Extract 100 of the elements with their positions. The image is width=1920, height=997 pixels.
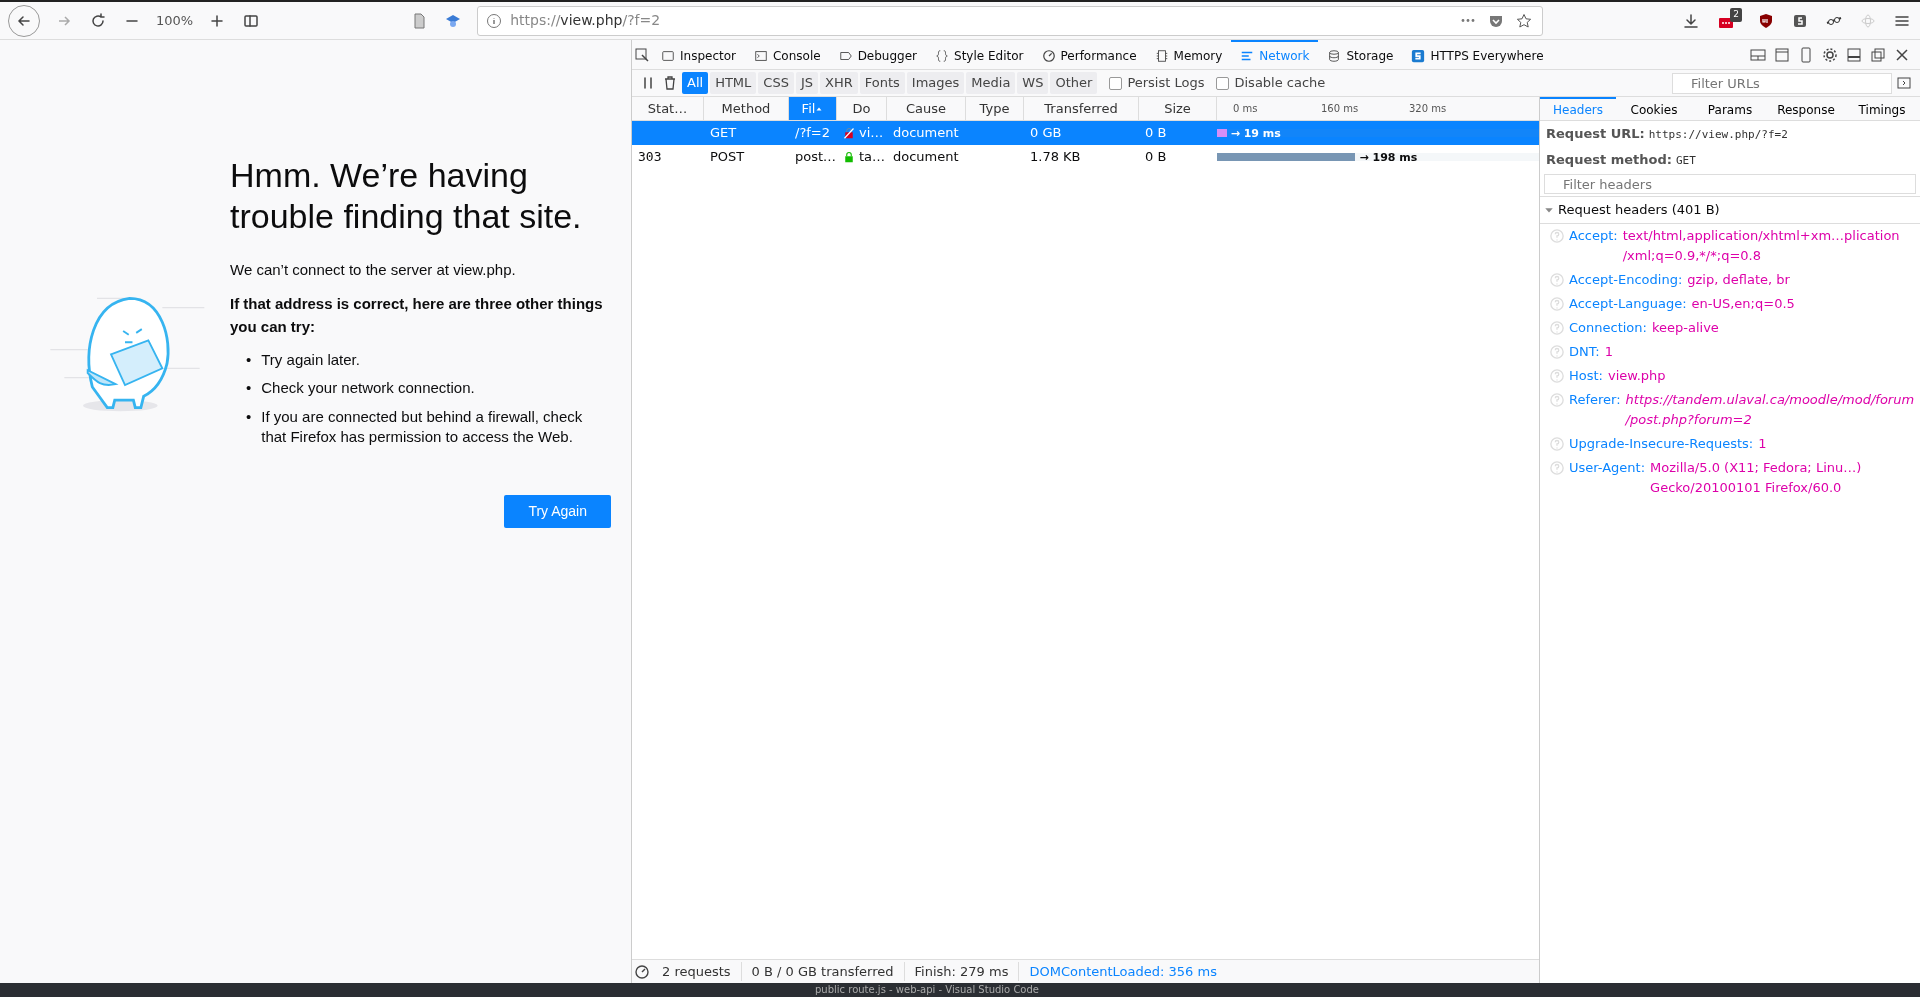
insecure-lock-icon: [843, 127, 855, 139]
devtools-tab[interactable]: HTTPS Everywhere: [1402, 40, 1553, 69]
reader-view-icon: [411, 12, 428, 29]
graduation-cap-icon: [445, 12, 462, 29]
header-name: Upgrade-Insecure-Requests:: [1569, 434, 1754, 453]
details-tab[interactable]: Response: [1768, 97, 1844, 120]
column-header[interactable]: Size: [1139, 97, 1217, 120]
header-name: DNT:: [1569, 342, 1600, 361]
console-icon: [754, 48, 768, 63]
filter-urls-field[interactable]: Filter URLs: [1672, 72, 1892, 94]
header-value: Mozilla/5.0 (X11; Fedora; Linu…) Gecko/20100101 Firefox/60.0: [1650, 458, 1863, 497]
timeline-tick: 160 ms: [1321, 102, 1359, 116]
status-text: Finish: 279 ms: [904, 961, 1020, 982]
help-icon: [1550, 272, 1564, 287]
column-header[interactable]: Transferred: [1024, 97, 1139, 120]
column-header[interactable]: Cause: [887, 97, 966, 120]
filter-button[interactable]: WS: [1017, 72, 1049, 94]
help-icon: [1550, 320, 1564, 335]
error-heading: Hmm. We’re having trouble finding that site.: [230, 155, 583, 237]
devtools-tab[interactable]: Performance: [1032, 40, 1146, 69]
filter-button[interactable]: XHR: [820, 72, 858, 94]
devtools-tab[interactable]: Debugger: [829, 40, 927, 69]
filter-button[interactable]: JS: [795, 72, 818, 94]
bookmark-star-icon: [1516, 12, 1532, 29]
suggestion-item: Check your network connection.: [261, 378, 475, 399]
help-icon: [1550, 296, 1564, 311]
filter-button[interactable]: Other: [1050, 72, 1098, 94]
password-extension-button[interactable]: 2: [1715, 8, 1742, 33]
header-name: User-Agent:: [1569, 458, 1646, 477]
filter-button[interactable]: Fonts: [859, 72, 905, 94]
filter-button[interactable]: Images: [906, 72, 965, 94]
request-method-label: Request method:: [1546, 151, 1672, 167]
info-icon: [486, 12, 503, 29]
details-tab[interactable]: Timings: [1844, 97, 1920, 120]
section-toggle[interactable]: Request headers (401 B): [1540, 196, 1920, 224]
zoom-level[interactable]: 100%: [156, 10, 194, 31]
transferred-cell-text: 0 GB: [1030, 124, 1062, 143]
status-text: 0 B / 0 GB transferred: [741, 961, 905, 982]
column-header[interactable]: Type: [966, 97, 1024, 120]
header-value: keep-alive: [1651, 318, 1719, 337]
filter-button[interactable]: All: [682, 72, 709, 94]
header-value: 1: [1604, 342, 1613, 361]
dom-loaded-link[interactable]: DOMContentLoaded: 356 ms: [1019, 961, 1227, 982]
checkbox-option[interactable]: Disable cache: [1216, 73, 1326, 93]
performance-icon: [634, 963, 650, 980]
header-name: Host:: [1569, 366, 1603, 385]
column-header[interactable]: Stat…: [632, 97, 704, 120]
suggestion-item: If you are connected but behind a firewall, check that Firefox has permission to access the Web.: [261, 406, 584, 447]
header-name: Referer:: [1569, 390, 1621, 409]
file-cell-text: post.…: [795, 148, 837, 167]
atom-extension-icon: [1860, 12, 1876, 29]
sidebar-icon: [243, 12, 260, 29]
square-extension-icon: [1792, 12, 1808, 29]
devtools-tab[interactable]: Memory: [1145, 40, 1232, 69]
column-header[interactable]: Fil: [789, 97, 837, 120]
method-cell-text: POST: [710, 148, 745, 167]
devtools-tab[interactable]: Inspector: [652, 40, 745, 69]
dots-icon: [1717, 15, 1735, 31]
zoom-out-icon: [126, 19, 138, 22]
header-name: Accept:: [1569, 226, 1618, 245]
filter-button[interactable]: HTML: [710, 72, 757, 94]
devtools-tab[interactable]: Storage: [1318, 40, 1403, 69]
error-message: We can’t connect to the server at view.php.: [230, 259, 517, 280]
clear-trash-icon: [662, 75, 678, 91]
zoom-in-icon: [209, 12, 226, 29]
request-method-value: GET: [1675, 153, 1696, 167]
checkbox-option[interactable]: Persist Logs: [1109, 73, 1205, 93]
try-again-button[interactable]: Try Again: [504, 495, 611, 529]
method-cell-text: GET: [710, 124, 737, 143]
reload-icon: [90, 12, 106, 29]
size-cell-text: 0 B: [1145, 124, 1167, 143]
lock-icon: [843, 151, 855, 163]
timeline-tick: 0 ms: [1233, 102, 1258, 116]
help-icon: [1550, 368, 1564, 383]
url-text: https://view.php/?f=2: [510, 11, 662, 30]
timing-label: → 19 ms: [1230, 126, 1281, 142]
bullet: •: [246, 378, 252, 399]
filter-button[interactable]: Media: [966, 72, 1016, 94]
column-header[interactable]: Do: [837, 97, 887, 120]
taskbar-window-title[interactable]: public route.js - web-api - Visual Studio Code: [0, 983, 1920, 997]
devtools-tab[interactable]: Console: [745, 40, 830, 69]
details-tab[interactable]: Headers: [1540, 97, 1616, 120]
status-cell-text: 303: [638, 148, 662, 167]
filter-headers-field[interactable]: Filter headers: [1544, 174, 1916, 194]
inspector-icon: [661, 48, 675, 63]
address-bar[interactable]: https://view.php/?f=2: [477, 5, 1543, 36]
timeline-tick: 320 ms: [1409, 102, 1447, 116]
details-tab[interactable]: Params: [1692, 97, 1768, 120]
devtools-tab[interactable]: Style Editor: [926, 40, 1033, 69]
details-tab[interactable]: Cookies: [1616, 97, 1692, 120]
filter-button[interactable]: CSS: [758, 72, 794, 94]
separate-window-icon: [1870, 46, 1886, 63]
file-cell-text: /?f=2: [795, 124, 831, 143]
request-row[interactable]: GET /?f=2 vi… document 0 GB 0 B → 19 ms: [632, 121, 1539, 145]
request-row[interactable]: 303 POST post.… ta… document 1.78 KB 0 B → 198 ms: [632, 145, 1539, 169]
dock-icon: [1750, 46, 1766, 63]
responsive-design-icon: [1798, 46, 1814, 63]
split-console-icon: [1774, 46, 1790, 63]
bullet: •: [246, 406, 252, 427]
close-icon: [1894, 46, 1910, 63]
